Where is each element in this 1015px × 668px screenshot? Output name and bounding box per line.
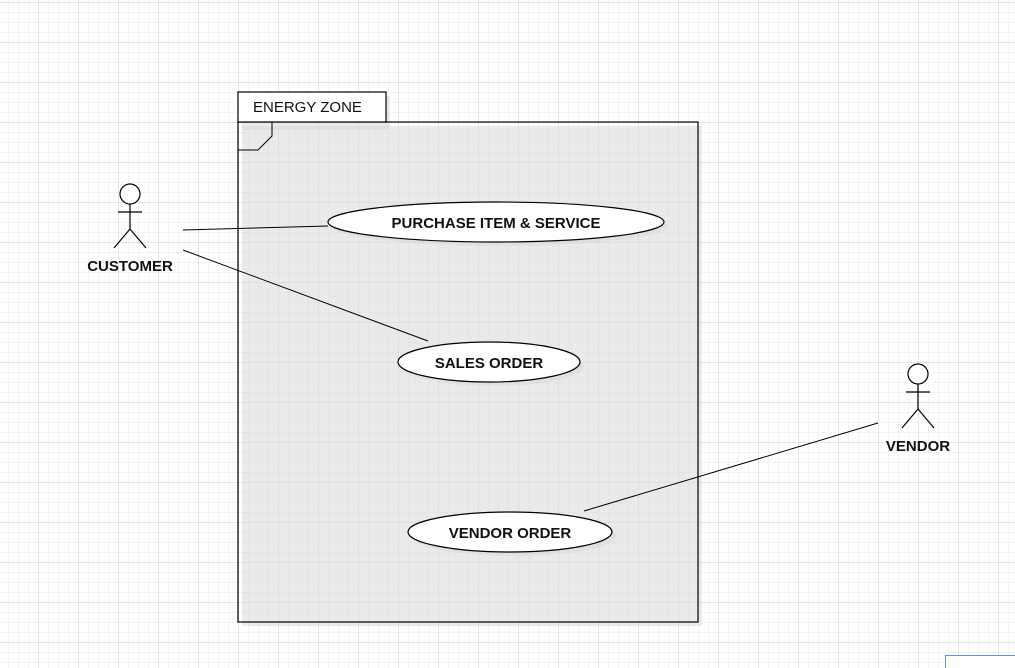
use-case-purchase[interactable]: PURCHASE ITEM & SERVICE — [327, 201, 668, 246]
actor-head-icon — [907, 363, 929, 385]
actor-vendor-label: VENDOR — [886, 438, 950, 455]
actor-vendor[interactable] — [901, 363, 935, 429]
use-case-label: VENDOR ORDER — [449, 525, 572, 542]
use-case-label: SALES ORDER — [435, 355, 544, 372]
outline-panel[interactable] — [945, 655, 1015, 668]
use-case-vendor-order[interactable]: VENDOR ORDER — [407, 511, 616, 556]
actor-head-icon — [119, 183, 141, 205]
use-case-diagram: ENERGY ZONE PURCHASE ITEM & SERVICE SALE… — [87, 91, 950, 626]
actor-right-leg — [129, 228, 147, 249]
diagram-canvas[interactable]: ENERGY ZONE PURCHASE ITEM & SERVICE SALE… — [0, 0, 1015, 668]
actor-customer-label: CUSTOMER — [87, 258, 173, 275]
use-case-label: PURCHASE ITEM & SERVICE — [392, 215, 601, 232]
actor-customer[interactable] — [113, 183, 147, 249]
actor-right-leg — [917, 408, 935, 429]
system-boundary-title: ENERGY ZONE — [253, 99, 362, 116]
use-case-sales-order[interactable]: SALES ORDER — [397, 341, 584, 386]
actor-left-leg — [113, 228, 131, 249]
actor-left-leg — [901, 408, 919, 429]
